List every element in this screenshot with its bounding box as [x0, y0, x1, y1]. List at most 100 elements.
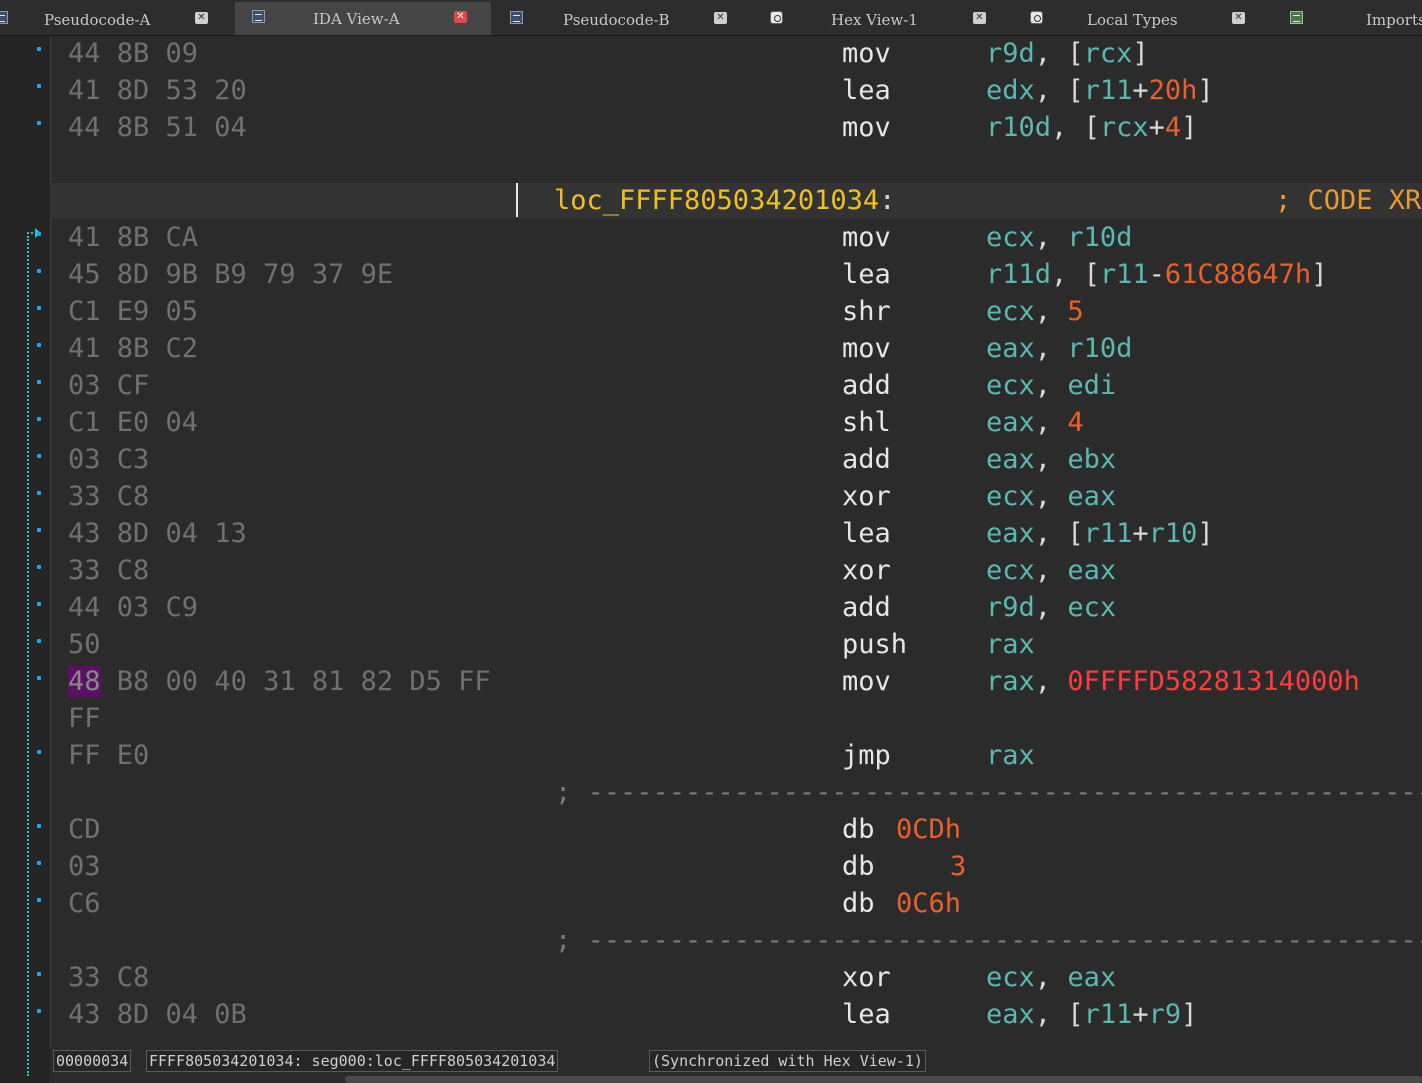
register[interactable]: r11	[1100, 259, 1149, 290]
data-value[interactable]: 3	[950, 849, 966, 885]
instruction-dot[interactable]	[37, 676, 41, 680]
register[interactable]: eax	[986, 999, 1035, 1030]
register[interactable]: r11	[1084, 75, 1133, 106]
mnemonic[interactable]: lea	[842, 73, 891, 109]
instruction-row[interactable]: 33 C8 xor ecx, eax	[50, 960, 1422, 996]
tab-pseudocode-b[interactable]: Pseudocode-B ✕	[503, 3, 743, 34]
register[interactable]: eax	[986, 407, 1035, 438]
instruction-dot[interactable]	[37, 565, 41, 569]
instruction-dot[interactable]	[37, 343, 41, 347]
instruction-row[interactable]: 03 C3 add eax, ebx	[50, 442, 1422, 478]
instruction-dot[interactable]	[37, 972, 41, 976]
instruction-row[interactable]: 44 8B 09 mov r9d, [rcx]	[50, 36, 1422, 72]
operands[interactable]: eax, [r11+r10]	[986, 516, 1214, 552]
close-icon[interactable]: ✕	[195, 12, 208, 24]
instruction-dot[interactable]	[37, 528, 41, 532]
operands[interactable]: eax, r10d	[986, 331, 1132, 367]
tab-hex-view-1[interactable]: Hex View-1 ✕	[763, 3, 1003, 34]
instruction-row[interactable]: 43 8D 04 13 lea eax, [r11+r10]	[50, 516, 1422, 552]
xref-comment[interactable]: ; CODE XREF	[1275, 183, 1422, 219]
mnemonic[interactable]: xor	[842, 553, 891, 589]
close-icon[interactable]: ✕	[454, 11, 467, 23]
register[interactable]: edx	[986, 75, 1035, 106]
instruction-row[interactable]: 48 B8 00 40 31 81 82 D5 FF mov rax, 0FFF…	[50, 664, 1422, 700]
instruction-dot[interactable]	[37, 898, 41, 902]
register[interactable]: r10d	[986, 112, 1051, 143]
register[interactable]: ecx	[986, 222, 1035, 253]
instruction-dot[interactable]	[37, 306, 41, 310]
code-label[interactable]: loc_FFFF805034201034:	[554, 183, 895, 219]
immediate[interactable]: 5	[1067, 296, 1083, 327]
instruction-row[interactable]: 41 8B CA mov ecx, r10d	[50, 220, 1422, 256]
mnemonic[interactable]: mov	[842, 664, 891, 700]
label-name[interactable]: loc_FFFF805034201034	[554, 185, 879, 216]
operands[interactable]: edx, [r11+20h]	[986, 73, 1214, 109]
label-row[interactable]: loc_FFFF805034201034: ; CODE XREF	[50, 183, 1422, 219]
mnemonic[interactable]: mov	[842, 220, 891, 256]
tab-ida-view-a[interactable]: IDA View-A ✕	[235, 2, 491, 35]
immediate-address[interactable]: 0FFFFD58281314000h	[1067, 666, 1360, 697]
tab-overflow-left[interactable]	[0, 3, 12, 34]
operands[interactable]: eax, [r11+r9]	[986, 997, 1197, 1033]
register[interactable]: r10d	[1067, 333, 1132, 364]
register[interactable]: r11d	[986, 259, 1051, 290]
register[interactable]: eax	[986, 444, 1035, 475]
register[interactable]: r11	[1084, 999, 1133, 1030]
disassembly-listing[interactable]: 44 8B 09 mov r9d, [rcx] 41 8D 53 20 lea …	[50, 36, 1422, 1047]
register[interactable]: eax	[1067, 962, 1116, 993]
register[interactable]: ecx	[986, 296, 1035, 327]
register[interactable]: edi	[1067, 370, 1116, 401]
mnemonic[interactable]: lea	[842, 997, 891, 1033]
instruction-row[interactable]: FF E0 jmp rax	[50, 738, 1422, 774]
operands[interactable]: ecx, 5	[986, 294, 1084, 330]
instruction-dot[interactable]	[37, 47, 41, 51]
operands[interactable]: rax, 0FFFFD58281314000h	[986, 664, 1360, 700]
mnemonic[interactable]: shr	[842, 294, 891, 330]
register[interactable]: r11	[1084, 518, 1133, 549]
mnemonic[interactable]: shl	[842, 405, 891, 441]
instruction-row[interactable]: 50 push rax	[50, 627, 1422, 663]
register[interactable]: ecx	[986, 555, 1035, 586]
instruction-dot[interactable]	[37, 121, 41, 125]
mnemonic[interactable]: lea	[842, 257, 891, 293]
operands[interactable]: ecx, eax	[986, 960, 1116, 996]
register[interactable]: rcx	[1100, 112, 1149, 143]
data-value[interactable]: 0CDh	[896, 812, 961, 848]
instruction-row[interactable]: 44 03 C9 add r9d, ecx	[50, 590, 1422, 626]
register[interactable]: rax	[986, 738, 1035, 774]
instruction-dot[interactable]	[37, 454, 41, 458]
instruction-dot[interactable]	[37, 1009, 41, 1013]
register[interactable]: eax	[986, 333, 1035, 364]
tab-local-types[interactable]: Local Types ✕	[1022, 3, 1262, 34]
selected-byte[interactable]: 48	[68, 666, 101, 697]
instruction-dot[interactable]	[37, 269, 41, 273]
data-row[interactable]: 03 db 3	[50, 849, 1422, 885]
instruction-row[interactable]: 33 C8 xor ecx, eax	[50, 479, 1422, 515]
register[interactable]: r9	[1149, 999, 1182, 1030]
immediate[interactable]: 4	[1067, 407, 1083, 438]
register[interactable]: ecx	[986, 370, 1035, 401]
instruction-row[interactable]: C1 E9 05 shr ecx, 5	[50, 294, 1422, 330]
immediate[interactable]: 20h	[1149, 75, 1198, 106]
mnemonic[interactable]: xor	[842, 479, 891, 515]
instruction-row[interactable]: 45 8D 9B B9 79 37 9E lea r11d, [r11-61C8…	[50, 257, 1422, 293]
register[interactable]: rcx	[1084, 38, 1133, 69]
instruction-dot[interactable]	[37, 824, 41, 828]
directive[interactable]: db	[842, 849, 875, 885]
register[interactable]: ecx	[986, 962, 1035, 993]
data-value[interactable]: 0C6h	[896, 886, 961, 922]
operands[interactable]: ecx, eax	[986, 479, 1116, 515]
register[interactable]: r10	[1149, 518, 1198, 549]
instruction-row-continuation[interactable]: FF	[50, 701, 1422, 737]
mnemonic[interactable]: mov	[842, 36, 891, 72]
close-icon[interactable]: ✕	[1232, 12, 1245, 24]
mnemonic[interactable]: push	[842, 627, 907, 663]
mnemonic[interactable]: add	[842, 590, 891, 626]
instruction-dot[interactable]	[37, 861, 41, 865]
register[interactable]: r9d	[986, 38, 1035, 69]
operands[interactable]: ecx, edi	[986, 368, 1116, 404]
instruction-dot[interactable]	[37, 491, 41, 495]
register[interactable]: rax	[986, 627, 1035, 663]
immediate[interactable]: 61C88647h	[1165, 259, 1311, 290]
instruction-row[interactable]: 41 8D 53 20 lea edx, [r11+20h]	[50, 73, 1422, 109]
